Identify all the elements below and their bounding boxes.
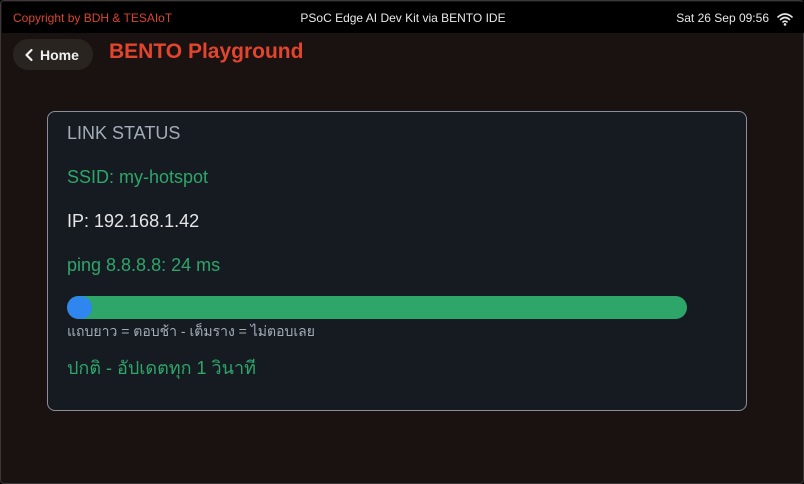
home-button-label: Home — [40, 46, 79, 63]
device-screen: Copyright by BDH & TESAIoT PSoC Edge AI … — [0, 0, 804, 484]
page-title: BENTO Playground — [109, 40, 304, 63]
wifi-icon — [777, 13, 793, 26]
status-bar: Copyright by BDH & TESAIoT PSoC Edge AI … — [2, 2, 804, 33]
latency-bar — [67, 296, 687, 319]
latency-legend: แถบยาว = ตอบช้า - เต็มราง = ไม่ตอบเลย — [67, 323, 315, 339]
home-button[interactable]: Home — [13, 39, 93, 70]
link-status-card: LINK STATUS SSID: my-hotspot IP: 192.168… — [47, 111, 747, 411]
card-title: LINK STATUS — [67, 123, 181, 143]
clock: Sat 26 Sep 09:56 — [676, 11, 769, 25]
ping-text: ping 8.8.8.8: 24 ms — [67, 255, 221, 275]
ip-text: IP: 192.168.1.42 — [67, 211, 200, 231]
status-text: ปกติ - อัปเดตทุก 1 วินาที — [67, 358, 256, 378]
latency-bar-fill — [67, 296, 92, 319]
ssid-text: SSID: my-hotspot — [67, 167, 209, 187]
chevron-left-icon — [25, 48, 33, 61]
